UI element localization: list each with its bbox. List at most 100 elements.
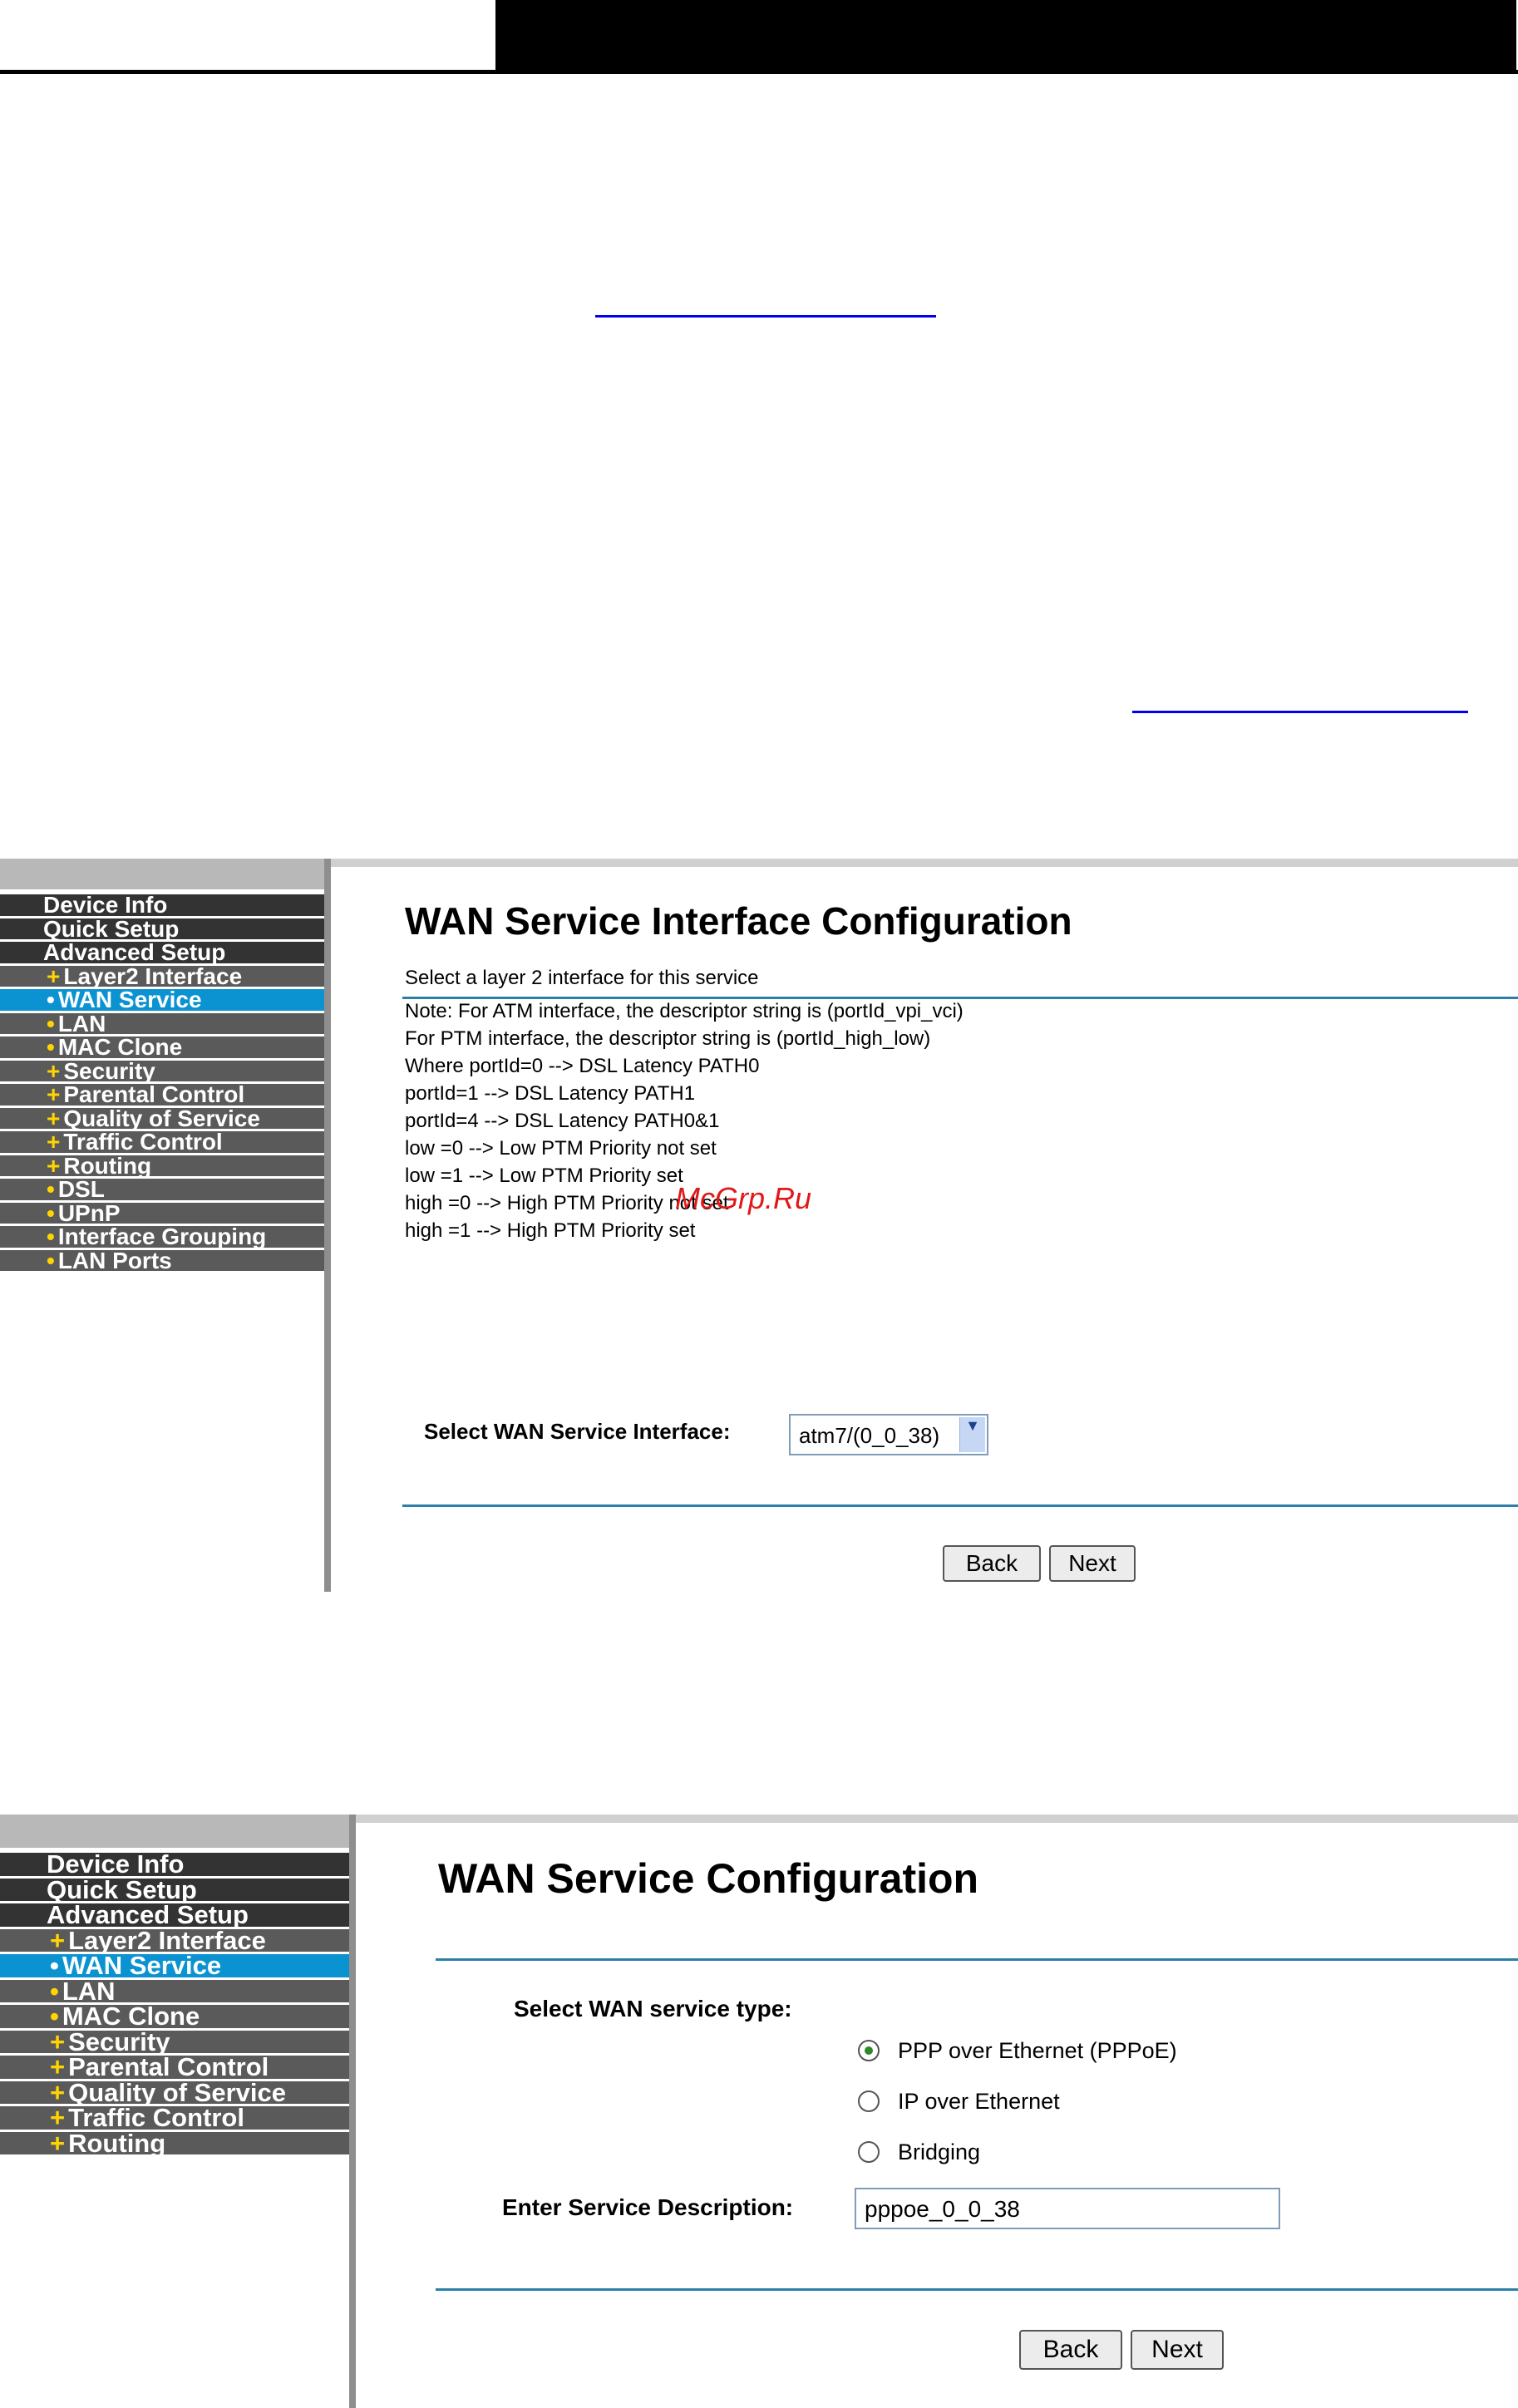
sidebar-item-upnp[interactable]: • UPnP (0, 1199, 324, 1226)
divider-top (436, 1958, 1518, 1961)
description-line: high =1 --> High PTM Priority set (405, 1219, 696, 1242)
bullet-icon: • (47, 1176, 55, 1202)
expand-plus-icon: + (47, 1129, 61, 1155)
radio-label[interactable]: Bridging (898, 2140, 980, 2165)
select-wan-interface-label: Select WAN Service Interface: (424, 1419, 731, 1444)
divider-top (402, 997, 1518, 999)
description-line: Note: For ATM interface, the descriptor … (405, 1000, 964, 1022)
bullet-icon: • (47, 987, 55, 1012)
divider-bottom (436, 2288, 1518, 2291)
bullet-icon: • (47, 1010, 55, 1037)
sidebar-item-label: Interface Grouping (57, 1224, 267, 1249)
service-description-input[interactable]: pppoe_0_0_38 (855, 2188, 1280, 2229)
sidebar-item-label: Advanced Setup (43, 939, 226, 965)
expand-plus-icon: + (50, 2052, 66, 2081)
watermark: McGrp.Ru (675, 1181, 812, 1215)
description-line: For PTM interface, the descriptor string… (405, 1027, 931, 1050)
service-description-value: pppoe_0_0_38 (865, 2196, 1020, 2222)
sidebar-item-label: WAN Service (57, 987, 202, 1012)
sidebar-item-label: Security (63, 1057, 155, 1084)
sidebar-item-label: Routing (68, 2128, 166, 2158)
sidebar-item-lan[interactable]: • LAN (0, 1010, 324, 1037)
chevron-down-icon[interactable]: ▼ (959, 1417, 985, 1452)
back-button[interactable]: Back (943, 1545, 1041, 1582)
sidebar-item-device-info[interactable]: Device Info (0, 894, 324, 918)
sidebar-item-label: Quick Setup (43, 915, 180, 942)
expand-plus-icon: + (47, 1105, 61, 1131)
sidebar-item-quality-of-service[interactable]: + Quality of Service (0, 1105, 324, 1131)
bullet-icon: • (50, 1951, 59, 1980)
sidebar-item-traffic-control[interactable]: + Traffic Control (0, 1129, 324, 1155)
sidebar-item-routing[interactable]: + Routing (0, 2128, 349, 2158)
bullet-icon: • (50, 1976, 59, 2006)
description-line: portId=4 --> DSL Latency PATH0&1 (405, 1110, 720, 1132)
main-content: WAN Service Interface Configuration Sele… (331, 859, 1518, 1592)
link-underline-2 (1132, 711, 1468, 713)
sidebar-item-lan-ports[interactable]: • LAN Ports (0, 1247, 324, 1273)
bullet-icon: • (47, 1247, 55, 1273)
sidebar-item-traffic-control[interactable]: + Traffic Control (0, 2103, 349, 2132)
sidebar-item-interface-grouping[interactable]: • Interface Grouping (0, 1224, 324, 1250)
sidebar-item-parental-control[interactable]: + Parental Control (0, 1081, 324, 1108)
sidebar-item-wan-service[interactable]: • WAN Service (0, 1951, 349, 1980)
wan-interface-select-value: atm7/(0_0_38) (799, 1423, 940, 1448)
sidebar-item-routing[interactable]: + Routing (0, 1152, 324, 1179)
sidebar-item-label: Parental Control (63, 1081, 245, 1107)
sidebar-item-label: UPnP (57, 1199, 121, 1226)
sidebar-item-label: Traffic Control (63, 1129, 223, 1155)
radio-selected-dot (865, 2046, 873, 2055)
sidebar-item-quick-setup[interactable]: Quick Setup (0, 915, 324, 942)
radio-label[interactable]: PPP over Ethernet (PPPoE) (898, 2038, 1177, 2064)
expand-plus-icon: + (50, 2026, 66, 2056)
wan-service-interface-screenshot: Device Info Quick Setup Advanced Setup + Lay… (0, 859, 1518, 1592)
sidebar-item-label: Quality of Service (63, 1105, 260, 1131)
description-line: portId=1 --> DSL Latency PATH1 (405, 1082, 696, 1105)
expand-plus-icon: + (50, 1925, 66, 1955)
description-line: low =0 --> Low PTM Priority not set (405, 1137, 717, 1160)
sidebar-item-wan-service[interactable]: • WAN Service (0, 987, 324, 1013)
bullet-icon: • (47, 1224, 55, 1249)
expand-plus-icon: + (47, 1152, 61, 1179)
bullet-icon: • (50, 2002, 59, 2031)
back-button[interactable]: Back (1019, 2330, 1122, 2370)
sidebar-item-advanced-setup[interactable]: Advanced Setup (0, 939, 324, 966)
sidebar-item-label: LAN Ports (57, 1247, 172, 1273)
wan-service-configuration-screenshot: Device Info Quick Setup Advanced Setup + Lay… (0, 1815, 1518, 2408)
next-button[interactable]: Next (1131, 2330, 1224, 2370)
radio-label[interactable]: IP over Ethernet (898, 2089, 1060, 2115)
wan-service-type-label: Select WAN service type: (514, 1996, 792, 2021)
sidebar-item-label: Layer2 Interface (63, 963, 243, 989)
bullet-icon: • (47, 1034, 55, 1060)
description-line: low =1 --> Low PTM Priority set (405, 1165, 683, 1187)
header-bar (495, 0, 1516, 70)
wan-interface-select[interactable]: atm7/(0_0_38) ▼ (789, 1414, 988, 1455)
sidebar-item-label: Device Info (43, 892, 168, 918)
expand-plus-icon: + (47, 1081, 61, 1107)
description-line: Select a layer 2 interface for this serv… (405, 967, 759, 989)
sidebar: Device Info Quick Setup Advanced Setup + Lay… (0, 859, 324, 1592)
expand-plus-icon: + (50, 2128, 66, 2158)
expand-plus-icon: + (50, 2103, 66, 2132)
main-content: WAN Service Configuration Select WAN ser… (356, 1815, 1518, 2408)
service-description-label: Enter Service Description: (502, 2194, 794, 2220)
sidebar-item-dsl[interactable]: • DSL (0, 1176, 324, 1203)
radio-ppp-over-ethernet-pppoe[interactable] (858, 2040, 880, 2061)
sidebar-item-mac-clone[interactable]: • MAC Clone (0, 2002, 349, 2031)
radio-ip-over-ethernet[interactable] (858, 2090, 880, 2112)
next-button[interactable]: Next (1049, 1545, 1136, 1582)
sidebar-item-security[interactable]: + Security (0, 1057, 324, 1084)
expand-plus-icon: + (47, 1057, 61, 1084)
sidebar-item-layer2-interface[interactable]: + Layer2 Interface (0, 963, 324, 989)
description-line: Where portId=0 --> DSL Latency PATH0 (405, 1055, 760, 1077)
expand-plus-icon: + (47, 963, 61, 989)
header-rule (0, 70, 1518, 74)
sidebar-item-label: Routing (63, 1152, 152, 1179)
radio-bridging[interactable] (858, 2141, 880, 2163)
sidebar: Device Info Quick Setup Advanced Setup + Lay… (0, 1815, 349, 2408)
page-title: WAN Service Configuration (438, 1855, 979, 1902)
sidebar-item-mac-clone[interactable]: • MAC Clone (0, 1034, 324, 1061)
sidebar-item-label: DSL (57, 1176, 105, 1202)
expand-plus-icon: + (50, 2077, 66, 2107)
page-title: WAN Service Interface Configuration (405, 899, 1072, 943)
sidebar-item-label: LAN (57, 1010, 106, 1037)
